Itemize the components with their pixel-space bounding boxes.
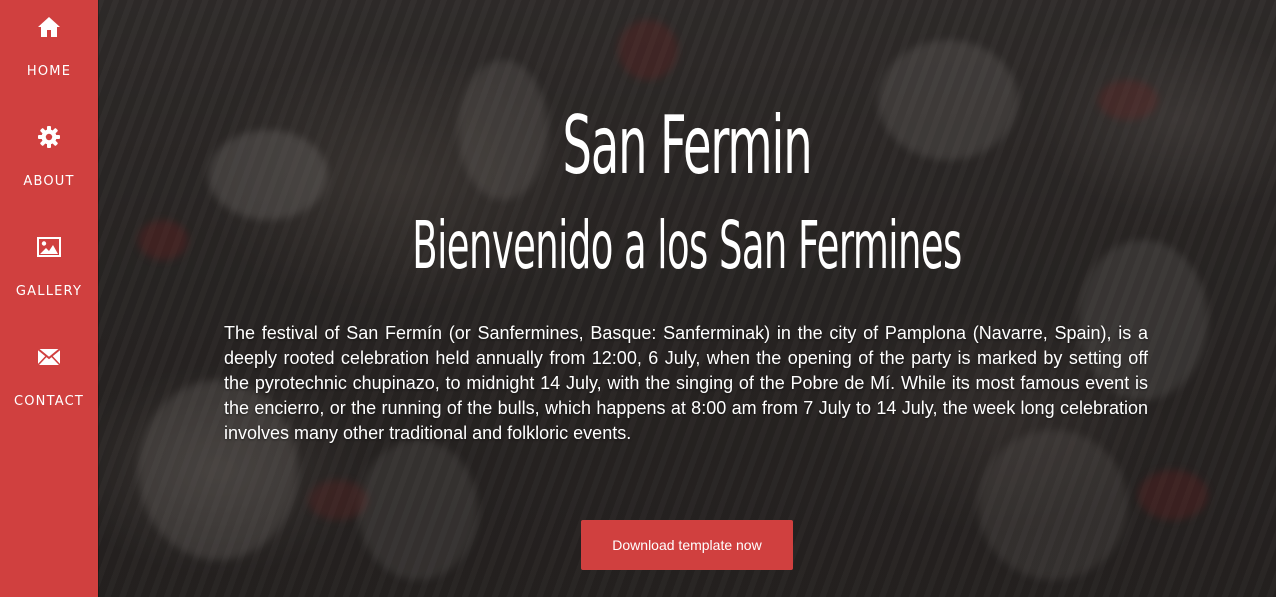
- sidebar-item-label: CONTACT: [13, 394, 85, 409]
- gear-icon: [0, 124, 98, 150]
- page: HOME ABOUT GALLERY CONTACT San Fermin Bi…: [0, 0, 1276, 597]
- sidebar-item-contact[interactable]: CONTACT: [0, 330, 98, 440]
- hero-content: San Fermin Bienvenido a los San Fermines…: [98, 0, 1276, 597]
- page-title: San Fermin: [562, 99, 813, 192]
- image-icon: [0, 234, 98, 260]
- sidebar-item-home[interactable]: HOME: [0, 0, 98, 110]
- home-icon: [0, 14, 98, 40]
- sidebar-item-label: GALLERY: [15, 284, 83, 299]
- sidebar-item-gallery[interactable]: GALLERY: [0, 220, 98, 330]
- sidebar-item-about[interactable]: ABOUT: [0, 110, 98, 220]
- sidebar-item-label: HOME: [26, 64, 72, 79]
- sidebar-item-label: ABOUT: [23, 174, 75, 189]
- page-subtitle: Bienvenido a los San Fermines: [412, 207, 962, 284]
- sidebar-nav: HOME ABOUT GALLERY CONTACT: [0, 0, 98, 597]
- download-template-button[interactable]: Download template now: [581, 520, 793, 570]
- envelope-icon: [0, 344, 98, 370]
- festival-description: The festival of San Fermín (or Sanfermin…: [224, 323, 1148, 443]
